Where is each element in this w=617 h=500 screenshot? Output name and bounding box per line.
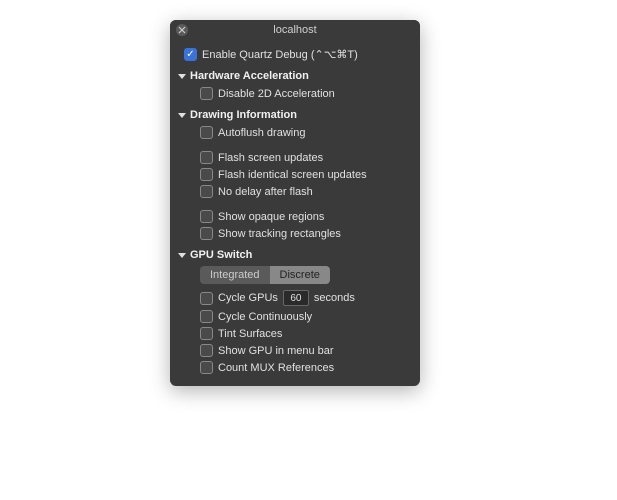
tint-surfaces-label: Tint Surfaces bbox=[218, 328, 282, 340]
enable-quartz-debug-row: Enable Quartz Debug (⌃⌥⌘T) bbox=[178, 46, 412, 63]
count-mux-row: Count MUX References bbox=[178, 359, 412, 376]
close-icon bbox=[178, 26, 186, 34]
show-gpu-menu-checkbox[interactable] bbox=[200, 344, 213, 357]
autoflush-label: Autoflush drawing bbox=[218, 127, 305, 139]
gpu-segmented-control: Integrated Discrete bbox=[200, 266, 330, 284]
show-gpu-menu-row: Show GPU in menu bar bbox=[178, 342, 412, 359]
cycle-continuously-row: Cycle Continuously bbox=[178, 308, 412, 325]
show-opaque-checkbox[interactable] bbox=[200, 210, 213, 223]
cycle-gpus-suffix: seconds bbox=[314, 292, 355, 304]
segment-integrated[interactable]: Integrated bbox=[200, 266, 270, 284]
disable-2d-row: Disable 2D Acceleration bbox=[178, 85, 412, 102]
cycle-gpus-prefix: Cycle GPUs bbox=[218, 292, 278, 304]
quartz-debug-window: localhost Enable Quartz Debug (⌃⌥⌘T) Har… bbox=[170, 20, 420, 386]
section-title: Hardware Acceleration bbox=[190, 70, 309, 82]
disclosure-triangle-icon bbox=[178, 253, 186, 258]
flash-screen-label: Flash screen updates bbox=[218, 152, 323, 164]
section-drawing-information[interactable]: Drawing Information bbox=[178, 102, 412, 124]
tint-surfaces-checkbox[interactable] bbox=[200, 327, 213, 340]
flash-screen-row: Flash screen updates bbox=[178, 149, 412, 166]
cycle-gpus-checkbox[interactable] bbox=[200, 292, 213, 305]
enable-quartz-debug-label: Enable Quartz Debug (⌃⌥⌘T) bbox=[202, 48, 358, 61]
segment-discrete[interactable]: Discrete bbox=[270, 266, 330, 284]
no-delay-row: No delay after flash bbox=[178, 183, 412, 200]
show-opaque-row: Show opaque regions bbox=[178, 208, 412, 225]
disable-2d-checkbox[interactable] bbox=[200, 87, 213, 100]
tint-surfaces-row: Tint Surfaces bbox=[178, 325, 412, 342]
cycle-gpus-row: Cycle GPUs seconds bbox=[178, 288, 412, 308]
flash-screen-checkbox[interactable] bbox=[200, 151, 213, 164]
content: Enable Quartz Debug (⌃⌥⌘T) Hardware Acce… bbox=[170, 40, 420, 386]
cycle-continuously-label: Cycle Continuously bbox=[218, 311, 312, 323]
enable-quartz-debug-checkbox[interactable] bbox=[184, 48, 197, 61]
close-button[interactable] bbox=[176, 24, 188, 36]
show-tracking-checkbox[interactable] bbox=[200, 227, 213, 240]
no-delay-label: No delay after flash bbox=[218, 186, 313, 198]
count-mux-label: Count MUX References bbox=[218, 362, 334, 374]
disable-2d-label: Disable 2D Acceleration bbox=[218, 88, 335, 100]
flash-identical-checkbox[interactable] bbox=[200, 168, 213, 181]
show-tracking-row: Show tracking rectangles bbox=[178, 225, 412, 242]
disclosure-triangle-icon bbox=[178, 113, 186, 118]
section-title: GPU Switch bbox=[190, 249, 252, 261]
disclosure-triangle-icon bbox=[178, 74, 186, 79]
section-title: Drawing Information bbox=[190, 109, 297, 121]
flash-identical-label: Flash identical screen updates bbox=[218, 169, 367, 181]
cycle-interval-input[interactable] bbox=[283, 290, 309, 306]
autoflush-checkbox[interactable] bbox=[200, 126, 213, 139]
show-tracking-label: Show tracking rectangles bbox=[218, 228, 341, 240]
section-gpu-switch[interactable]: GPU Switch bbox=[178, 242, 412, 264]
section-hardware-acceleration[interactable]: Hardware Acceleration bbox=[178, 63, 412, 85]
flash-identical-row: Flash identical screen updates bbox=[178, 166, 412, 183]
autoflush-row: Autoflush drawing bbox=[178, 124, 412, 141]
cycle-continuously-checkbox[interactable] bbox=[200, 310, 213, 323]
window-title: localhost bbox=[178, 24, 412, 36]
show-opaque-label: Show opaque regions bbox=[218, 211, 324, 223]
show-gpu-menu-label: Show GPU in menu bar bbox=[218, 345, 334, 357]
no-delay-checkbox[interactable] bbox=[200, 185, 213, 198]
titlebar: localhost bbox=[170, 20, 420, 40]
count-mux-checkbox[interactable] bbox=[200, 361, 213, 374]
